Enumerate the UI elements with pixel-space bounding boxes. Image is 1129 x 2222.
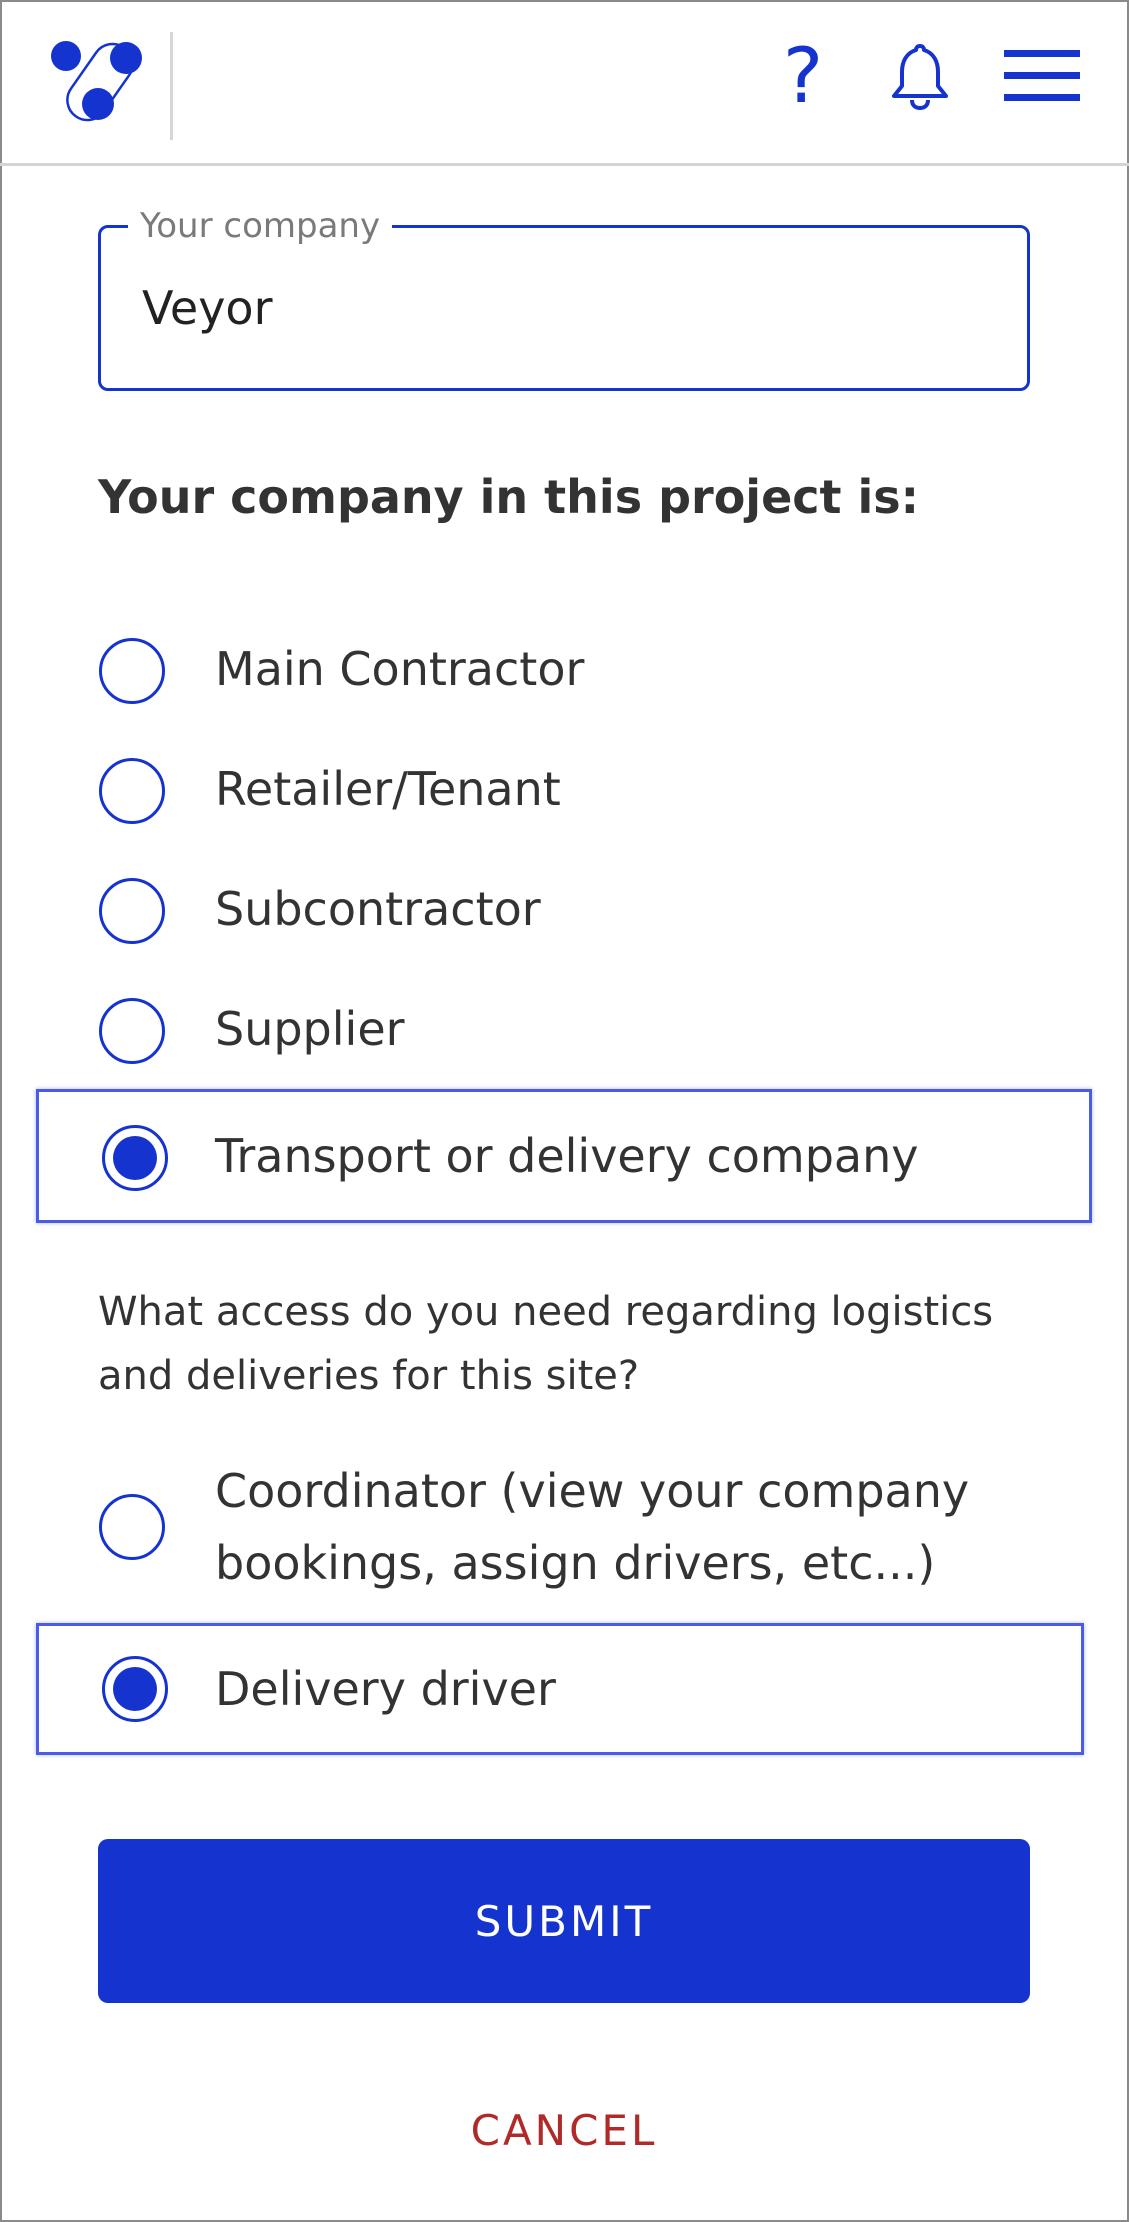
hamburger-menu-icon <box>1004 50 1080 101</box>
notifications-button[interactable] <box>880 36 960 116</box>
radio-button[interactable] <box>99 758 165 824</box>
option-label: Retailer/Tenant <box>215 762 561 816</box>
bell-icon <box>892 44 948 110</box>
radio-button[interactable] <box>99 998 165 1064</box>
access-option-delivery-driver[interactable]: Delivery driver <box>36 1623 1084 1755</box>
cancel-button[interactable]: CANCEL <box>98 2095 1030 2165</box>
role-option-main-contractor[interactable]: Main Contractor <box>36 609 1092 729</box>
option-label: Subcontractor <box>215 882 541 936</box>
option-label: Delivery driver <box>215 1662 556 1716</box>
menu-button[interactable] <box>1002 36 1082 116</box>
option-label: Supplier <box>215 1002 405 1056</box>
submit-button[interactable]: SUBMIT <box>98 1839 1030 2003</box>
brand-logo-icon[interactable] <box>48 34 148 126</box>
radio-dot <box>113 1136 157 1180</box>
access-question: What access do you need regarding logist… <box>98 1289 994 1399</box>
company-field-label: Your company <box>128 204 393 248</box>
option-label: Transport or delivery company <box>215 1129 919 1183</box>
role-option-transport[interactable]: Transport or delivery company <box>36 1089 1092 1223</box>
role-option-subcontractor[interactable]: Subcontractor <box>36 849 1092 969</box>
access-option-coordinator[interactable]: Coordinator (view your company bookings,… <box>36 1452 1092 1602</box>
option-label: Main Contractor <box>215 642 585 696</box>
radio-button[interactable] <box>99 878 165 944</box>
question-mark-icon: ? <box>782 31 824 120</box>
radio-button[interactable] <box>99 638 165 704</box>
role-option-supplier[interactable]: Supplier <box>36 969 1092 1089</box>
radio-button[interactable] <box>102 1656 168 1722</box>
role-heading: Your company in this project is: <box>98 470 920 524</box>
app-header: ? <box>0 0 1129 166</box>
role-option-retailer-tenant[interactable]: Retailer/Tenant <box>36 729 1092 849</box>
option-label: Coordinator (view your company bookings,… <box>215 1464 970 1590</box>
help-button[interactable]: ? <box>768 36 838 116</box>
radio-button[interactable] <box>99 1494 165 1560</box>
header-divider <box>170 32 173 140</box>
radio-dot <box>113 1667 157 1711</box>
radio-button[interactable] <box>102 1125 168 1191</box>
company-input[interactable] <box>142 275 1002 341</box>
